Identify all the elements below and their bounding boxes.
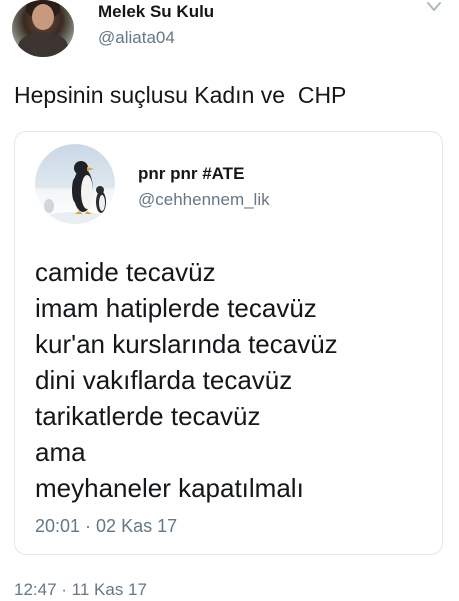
quoted-text-line: dini vakıflarda tecavüz (35, 365, 293, 395)
quoted-tweet-timestamp[interactable]: 20:01 · 02 Kas 17 (35, 516, 177, 537)
tweet: Melek Su Kulu @aliata04 Hepsinin suçlusu… (0, 0, 459, 601)
author-avatar[interactable] (12, 0, 74, 57)
penguin-icon (43, 161, 107, 224)
tweet-text: Hepsinin suçlusu Kadın ve CHP (14, 82, 347, 108)
quoted-author-name[interactable]: pnr pnr #ATE (138, 164, 244, 184)
quoted-tweet-card[interactable]: pnr pnr #ATE @cehhennem_lik camide tecav… (14, 131, 443, 555)
quoted-text-line: tarikatlerde tecavüz (35, 401, 261, 431)
chevron-down-icon[interactable] (425, 0, 443, 14)
avatar-shoulders (18, 32, 68, 57)
quoted-text-line: camide tecavüz (35, 257, 216, 287)
author-handle[interactable]: @aliata04 (98, 28, 175, 48)
author-name[interactable]: Melek Su Kulu (98, 2, 214, 22)
quoted-author-handle[interactable]: @cehhennem_lik (138, 190, 270, 210)
tweet-timestamp[interactable]: 12:47 · 11 Kas 17 (14, 580, 147, 600)
quoted-text-line: ama (35, 437, 86, 467)
quoted-tweet-text: camide tecavüz imam hatiplerde tecavüz k… (35, 254, 338, 506)
quoted-text-line: kur'an kurslarında tecavüz (35, 329, 338, 359)
quoted-author-avatar[interactable] (35, 144, 115, 224)
quoted-text-line: meyhaneler kapatılmalı (35, 473, 304, 503)
quoted-text-line: imam hatiplerde tecavüz (35, 293, 317, 323)
avatar-face (32, 4, 54, 30)
